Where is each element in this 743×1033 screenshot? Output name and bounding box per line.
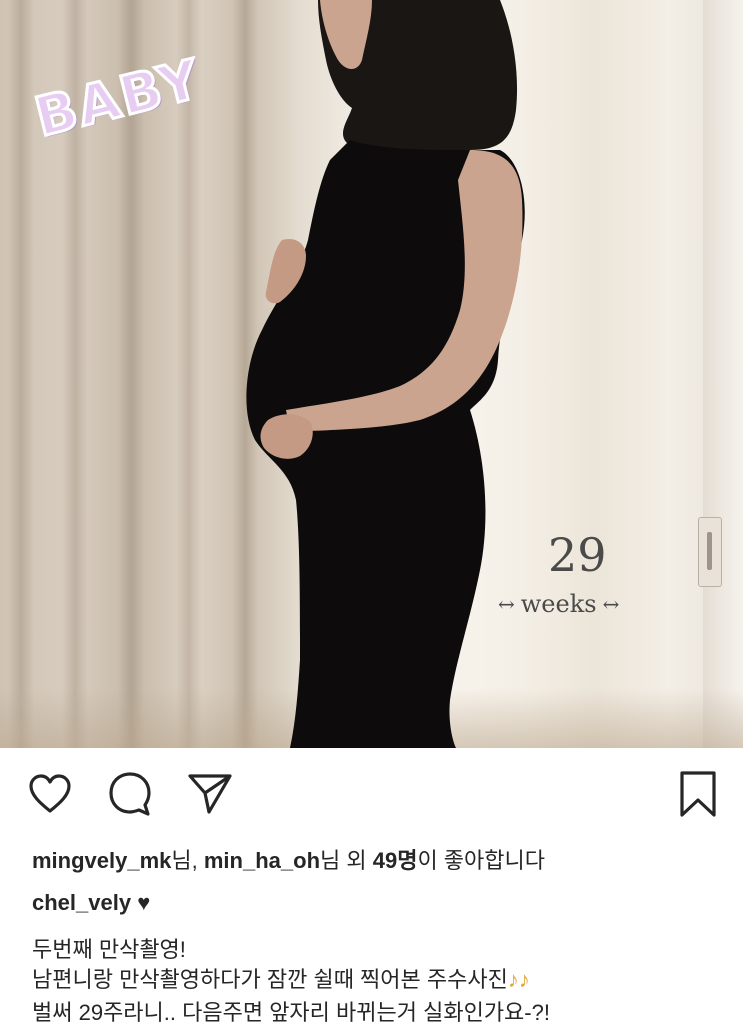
- caption-line: 남편니랑 만삭촬영하다가 잠깐 쉴때 찍어본 주수사진♪♪: [32, 962, 530, 994]
- caption-author[interactable]: chel_vely ♥: [32, 890, 150, 916]
- heart-outline-icon: [29, 774, 71, 813]
- weeks-label: weeks: [520, 590, 597, 618]
- post-photo[interactable]: BABY 29 ↔ weeks ↔: [0, 0, 743, 748]
- caption-text: 남편니랑 만삭촬영하다가 잠깐 쉴때 찍어본 주수사진: [32, 967, 508, 992]
- weeks-label-row: ↔ weeks ↔: [498, 590, 619, 618]
- save-button[interactable]: [674, 770, 722, 818]
- likes-summary[interactable]: mingvely_mk님, min_ha_oh님 외 49명이 좋아합니다: [32, 843, 545, 875]
- weeks-number: 29: [548, 528, 607, 582]
- liker-username[interactable]: min_ha_oh: [204, 848, 320, 873]
- likes-count[interactable]: 49명: [373, 848, 418, 873]
- likes-text: 이 좋아합니다: [417, 848, 546, 873]
- caption-line: 벌써 29주라니.. 다음주면 앞자리 바뀌는거 실화인가요-?!: [32, 1000, 550, 1025]
- paper-plane-icon: [188, 774, 232, 814]
- share-button[interactable]: [186, 770, 234, 818]
- double-arrow-icon: ↔: [602, 592, 620, 616]
- comment-bubble-icon: [109, 772, 151, 816]
- caption-line: 두번째 만삭촬영!: [32, 937, 186, 962]
- double-arrow-icon: ↔: [498, 592, 515, 616]
- bookmark-icon: [680, 771, 716, 817]
- liker-username[interactable]: mingvely_mk: [32, 848, 171, 873]
- comment-button[interactable]: [106, 770, 154, 818]
- likes-text: 님,: [171, 848, 204, 873]
- author-username[interactable]: chel_vely: [32, 890, 131, 915]
- music-notes-icon: ♪♪: [507, 967, 530, 992]
- likes-text: 님 외: [320, 848, 373, 873]
- heart-icon: ♥: [137, 890, 151, 915]
- like-button[interactable]: [26, 770, 74, 818]
